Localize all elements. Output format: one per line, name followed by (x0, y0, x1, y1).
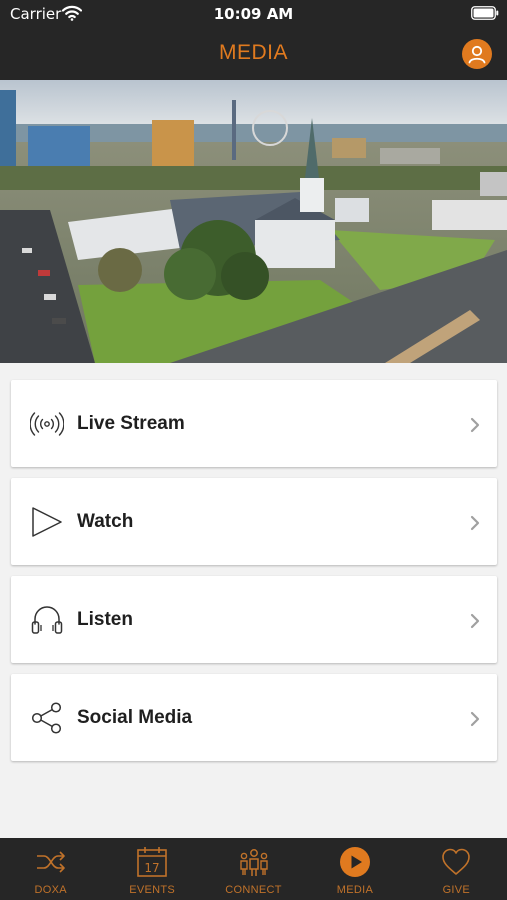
menu-item-label: Social Media (77, 707, 193, 728)
tab-doxa[interactable]: DOXA (0, 838, 101, 900)
status-time: 10:09 AM (213, 5, 294, 23)
play-outline-icon (32, 507, 62, 537)
tab-label: CONNECT (225, 884, 282, 896)
headphones-icon (31, 606, 63, 634)
calendar-icon: 17 (137, 847, 167, 877)
menu-item-live-stream[interactable]: Live Stream (11, 380, 497, 467)
tab-connect[interactable]: CONNECT (203, 838, 304, 900)
status-bar: Carrier 10:09 AM (0, 0, 507, 30)
heart-icon (442, 848, 471, 875)
tab-bar: DOXA 17 EVENTS CONNECT MEDIA GIVE (0, 838, 507, 900)
menu-item-label: Watch (77, 511, 134, 532)
chevron-right-icon (470, 613, 480, 629)
shuffle-icon (36, 851, 65, 873)
hero-image (0, 80, 507, 363)
menu-item-label: Live Stream (77, 413, 185, 434)
chevron-right-icon (470, 711, 480, 727)
chevron-right-icon (470, 417, 480, 433)
tab-label: GIVE (442, 884, 471, 896)
navigation-bar: MEDIA (0, 30, 507, 80)
play-circle-icon (339, 847, 370, 877)
menu-item-watch[interactable]: Watch (11, 478, 497, 565)
person-icon (468, 45, 486, 64)
tab-give[interactable]: GIVE (406, 838, 507, 900)
broadcast-icon (30, 412, 64, 436)
battery-icon (471, 6, 499, 20)
group-icon (239, 849, 268, 876)
tab-label: DOXA (34, 884, 67, 896)
tab-media[interactable]: MEDIA (304, 838, 405, 900)
share-icon (31, 702, 62, 734)
media-menu-list: Live Stream Watch Listen Social Media (11, 380, 497, 772)
menu-item-social-media[interactable]: Social Media (11, 674, 497, 761)
menu-item-listen[interactable]: Listen (11, 576, 497, 663)
page-title: MEDIA (218, 41, 288, 64)
tab-events[interactable]: 17 EVENTS (101, 838, 202, 900)
tab-label: EVENTS (129, 884, 176, 896)
chevron-right-icon (470, 515, 480, 531)
profile-button[interactable] (462, 39, 492, 69)
tab-label: MEDIA (336, 884, 374, 896)
aerial-church-photo (0, 80, 507, 363)
menu-item-label: Listen (77, 609, 133, 630)
calendar-day-number: 17 (144, 861, 159, 875)
